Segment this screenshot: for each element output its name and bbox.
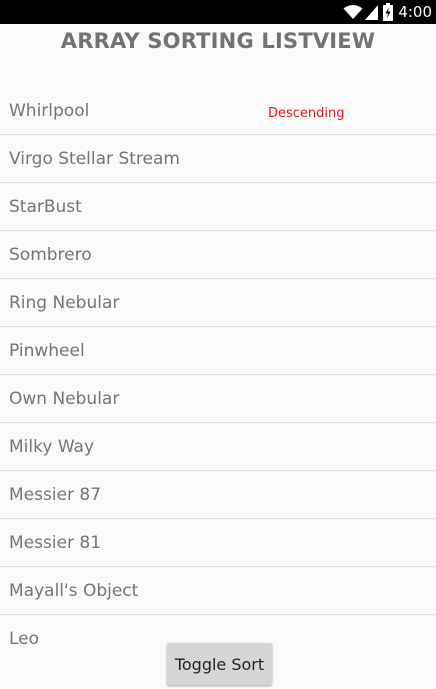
- toggle-sort-button[interactable]: Toggle Sort: [167, 643, 272, 685]
- list-item-label: Virgo Stellar Stream: [9, 149, 180, 169]
- list-item[interactable]: Pinwheel: [0, 327, 436, 375]
- sort-order-label: Descending: [268, 106, 345, 121]
- status-icons: 4:00: [343, 0, 432, 24]
- list-item-label: Leo: [9, 629, 40, 649]
- list-item[interactable]: Ring Nebular: [0, 279, 436, 327]
- list-item-label: StarBust: [9, 197, 82, 217]
- list-item-label: Sombrero: [9, 245, 92, 265]
- status-bar: 4:00: [0, 0, 436, 24]
- list-item-label: Messier 81: [9, 533, 102, 553]
- battery-charging-icon: [383, 3, 394, 21]
- list-item[interactable]: Sombrero: [0, 231, 436, 279]
- app-screen: 4:00 ARRAY SORTING LISTVIEW Whirlpool Vi…: [0, 0, 436, 689]
- list-item[interactable]: StarBust: [0, 183, 436, 231]
- list-item-label: Whirlpool: [9, 101, 90, 121]
- list-item[interactable]: Milky Way: [0, 423, 436, 471]
- status-time: 4:00: [398, 3, 432, 21]
- list-item[interactable]: Mayall's Object: [0, 567, 436, 615]
- page-title: ARRAY SORTING LISTVIEW: [60, 29, 376, 53]
- galaxy-list[interactable]: Whirlpool Virgo Stellar Stream StarBust …: [0, 87, 436, 662]
- cellular-signal-icon: [365, 4, 379, 20]
- list-item-label: Ring Nebular: [9, 293, 120, 313]
- list-item[interactable]: Messier 87: [0, 471, 436, 519]
- list-item[interactable]: Own Nebular: [0, 375, 436, 423]
- list-item[interactable]: Whirlpool: [0, 87, 436, 135]
- list-item[interactable]: Virgo Stellar Stream: [0, 135, 436, 183]
- list-item-label: Milky Way: [9, 437, 95, 457]
- list-item[interactable]: Messier 81: [0, 519, 436, 567]
- list-item-label: Own Nebular: [9, 389, 120, 409]
- list-item-label: Mayall's Object: [9, 581, 139, 601]
- wifi-icon: [343, 4, 363, 20]
- list-item-label: Messier 87: [9, 485, 102, 505]
- list-item-label: Pinwheel: [9, 341, 85, 361]
